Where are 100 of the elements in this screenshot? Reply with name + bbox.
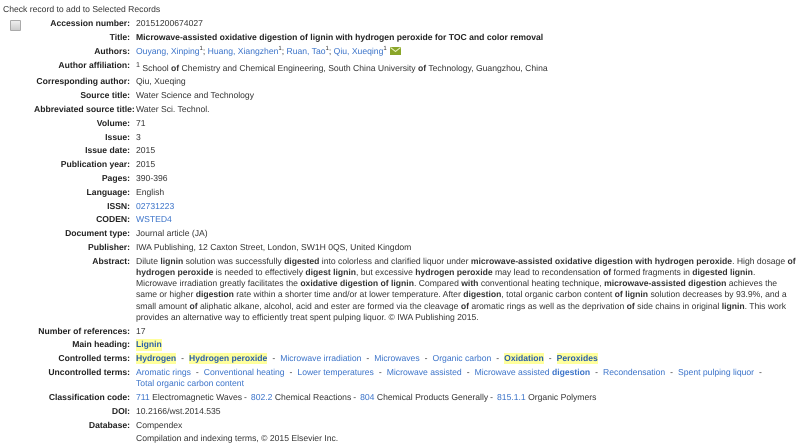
- affiliation-mark: 1: [278, 46, 282, 52]
- field-link[interactable]: WSTED4: [136, 214, 172, 224]
- term-link[interactable]: Recondensation: [603, 366, 666, 378]
- classification-code-link[interactable]: 711: [136, 392, 150, 402]
- separator: -: [378, 366, 382, 377]
- separator: -: [353, 392, 356, 402]
- term-link[interactable]: Aromatic rings: [136, 366, 191, 378]
- field-value: 10.2166/wst.2014.535: [136, 406, 221, 416]
- field-label: Source title:: [79, 90, 131, 102]
- term-link[interactable]: Hydrogen: [136, 353, 176, 364]
- field-value: 3: [136, 132, 141, 142]
- term-link[interactable]: Microwave irradiation: [280, 353, 362, 364]
- separator: -: [272, 353, 276, 364]
- field-value: $^{1}$ School of Chemistry and Chemical Engineering, South China University of Technology, Guangzhou, China: [136, 62, 548, 73]
- email-icon[interactable]: [390, 46, 401, 55]
- affiliation-mark: 1: [383, 46, 387, 52]
- field-label: CODEN:: [95, 214, 131, 226]
- field-label: Document type:: [64, 228, 131, 240]
- affiliation-mark: 1: [326, 46, 329, 52]
- separator: -: [181, 353, 184, 364]
- separator: -: [759, 366, 762, 377]
- field-label: Issue date:: [84, 145, 131, 157]
- term-link[interactable]: Organic carbon: [432, 353, 492, 364]
- field-label: Uncontrolled terms:: [47, 366, 131, 378]
- field-label: Title:: [108, 32, 131, 44]
- field-value: 71: [136, 118, 146, 128]
- separator: ;: [282, 46, 284, 56]
- field-label: Language:: [86, 186, 131, 198]
- field-label: Controlled terms:: [57, 353, 131, 364]
- field-label: Corresponding author:: [35, 76, 131, 88]
- separator: -: [548, 353, 552, 364]
- field-value: Water Sci. Technol.: [136, 104, 210, 114]
- field-label: Publication year:: [60, 159, 131, 170]
- copyright-text: Compilation and indexing terms, © 2015 Elsevier Inc.: [136, 433, 338, 444]
- classification-code-link[interactable]: 804: [360, 392, 374, 402]
- field-value: IWA Publishing, 12 Caxton Street, London, SW1H 0QS, United Kingdom: [136, 242, 412, 252]
- separator: -: [496, 353, 500, 364]
- term-link[interactable]: Spent pulping liquor: [678, 366, 754, 378]
- field-label: Volume:: [96, 118, 131, 129]
- classification-code-link[interactable]: 815.1.1: [497, 392, 526, 402]
- field-label: Pages:: [100, 172, 131, 184]
- field-value: Compendex: [136, 420, 182, 430]
- term-link[interactable]: Lignin: [136, 339, 162, 351]
- author-link[interactable]: Huang, Xiangzhen: [208, 46, 278, 56]
- author-link[interactable]: Ruan, Tao: [286, 46, 326, 56]
- separator: -: [290, 366, 292, 377]
- field-value: English: [136, 186, 164, 197]
- separator: -: [466, 366, 470, 377]
- classification-code-link[interactable]: 802.2: [250, 392, 272, 402]
- field-label: Abstract:: [91, 256, 131, 267]
- field-label: Accession number:: [49, 18, 131, 30]
- instruction-text: Check record to add to Selected Records: [3, 3, 162, 15]
- abstract-text: Dilute lignin solution was successfully digested into colorless and clarified liquor under microwave-assisted oxidative digestion with hydrogen peroxide. High dosage of hydrogen peroxide is needed to effectively digest lignin, but excessive hydrogen peroxide may lead to recondensation of formed fragments in digested lignin. Microwave irradiation greatly facilitates the oxidative digestion of lignin. Compared with conventional heating technique, microwave-assisted digestion achieves the same or higher digestion rate within a shorter time and/or at lower temperature. After digestion, total organic carbon content of lignin solution decreases by 93.9%, and a small amount of aliphatic alkane, alcohol, acid and ester are formed via the cleavage of aromatic rings as well as the deprivation of side chains in original lignin. This work provides an alternative way to efficiently treat spent pulping liquor. © IWA Publishing 2015.: [136, 256, 797, 323]
- separator: -: [670, 366, 674, 377]
- field-label: Main heading:: [71, 339, 131, 351]
- classification-name: Chemical Reactions: [274, 392, 352, 402]
- affiliation-mark: 1: [200, 46, 203, 52]
- field-value: 17: [136, 326, 146, 336]
- field-value: 2015: [136, 159, 156, 170]
- term-link[interactable]: Oxidation: [504, 353, 544, 364]
- separator: -: [595, 366, 598, 377]
- field-value: 390-396: [136, 172, 168, 183]
- separator: -: [366, 353, 370, 364]
- field-label: Database:: [88, 420, 131, 431]
- field-label: Number of references:: [37, 326, 131, 337]
- field-value: Journal article (JA): [136, 228, 208, 238]
- classification-name: Organic Polymers: [528, 392, 596, 402]
- field-label: Issue:: [104, 132, 131, 143]
- term-link[interactable]: Conventional heating: [204, 366, 285, 378]
- field-label: Publisher:: [86, 242, 131, 254]
- field-label: Abbreviated source title:: [34, 104, 136, 116]
- term-link[interactable]: Microwaves: [374, 353, 420, 364]
- separator: ;: [328, 46, 332, 56]
- classification-name: Electromagnetic Waves: [152, 392, 242, 402]
- field-link[interactable]: 02731223: [136, 200, 174, 211]
- record-checkbox[interactable]: [10, 20, 21, 31]
- field-value: 2015: [136, 145, 156, 156]
- field-label: Classification code:: [48, 392, 131, 404]
- record-title: Microwave-assisted oxidative digestion of lignin with hydrogen peroxide for TOC and color removal: [136, 32, 544, 42]
- field-label: DOI:: [110, 406, 131, 417]
- field-value: Water Science and Technology: [136, 90, 254, 100]
- field-label: Author affiliation:: [57, 60, 131, 71]
- separator: -: [196, 366, 199, 377]
- classification-name: Chemical Products Generally: [376, 392, 488, 402]
- field-value: 20151200674027: [136, 18, 203, 28]
- term-link[interactable]: Microwave assisted: [386, 366, 462, 378]
- separator: ;: [202, 46, 206, 56]
- term-link[interactable]: Lower temperatures: [297, 366, 374, 378]
- author-link[interactable]: Qiu, Xueqing: [334, 46, 384, 56]
- field-label: ISSN:: [106, 200, 131, 212]
- separator: -: [490, 392, 494, 402]
- term-link[interactable]: Hydrogen peroxide: [188, 353, 268, 364]
- separator: -: [424, 353, 428, 364]
- term-link[interactable]: Total organic carbon content: [136, 378, 244, 390]
- separator: -: [244, 392, 247, 402]
- term-link[interactable]: Peroxides: [556, 353, 598, 364]
- field-label: Authors:: [93, 46, 131, 58]
- term-link[interactable]: Microwave assisted digestion: [474, 366, 590, 378]
- author-link[interactable]: Ouyang, Xinping: [136, 46, 200, 56]
- field-value: Qiu, Xueqing: [136, 76, 186, 86]
